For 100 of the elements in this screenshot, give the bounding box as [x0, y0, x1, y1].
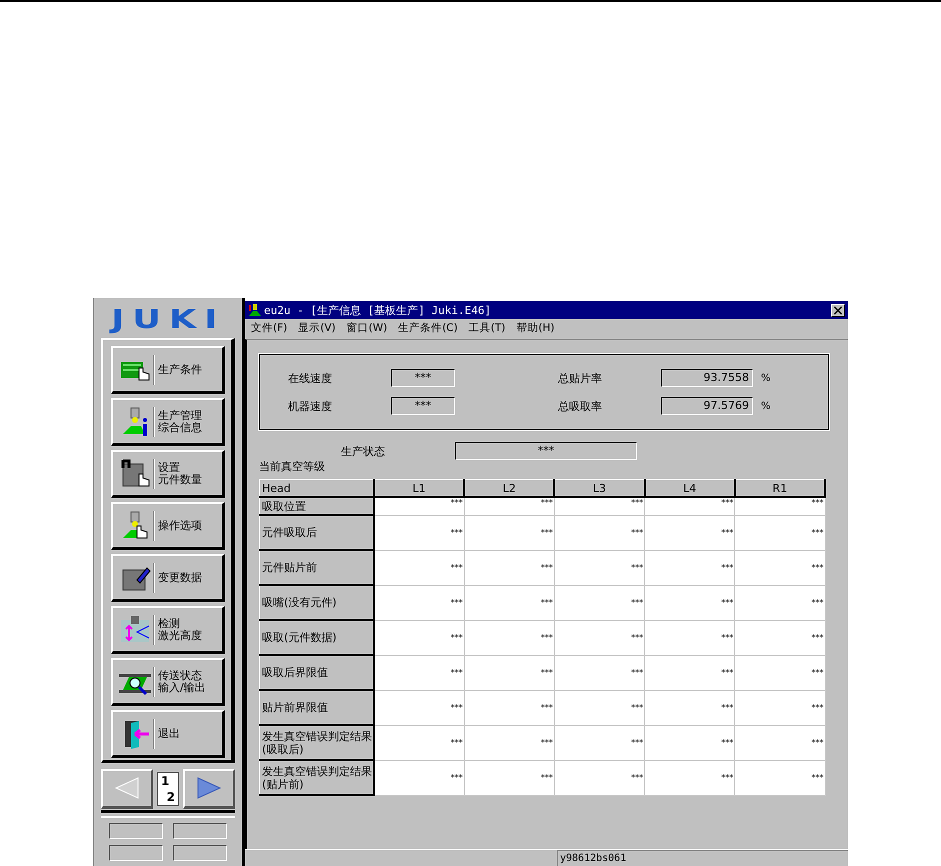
- status-bar-text: y98612bs061: [557, 850, 848, 866]
- column-header: Head: [260, 480, 374, 497]
- table-cell: ***: [374, 655, 464, 690]
- side-button[interactable]: 生产管理 综合信息: [111, 398, 225, 446]
- table-cell: ***: [554, 655, 645, 690]
- side-button[interactable]: 生产条件: [111, 346, 225, 394]
- empty-slot: [109, 823, 163, 839]
- table-cell: ***: [464, 497, 554, 515]
- table-cell: ***: [374, 760, 464, 795]
- table-cell: ***: [644, 760, 735, 795]
- row-header: 吸嘴(没有元件): [260, 585, 374, 620]
- table-cell: ***: [734, 760, 825, 795]
- side-button[interactable]: 退出: [111, 710, 225, 758]
- side-button[interactable]: 设置 元件数量: [111, 450, 225, 498]
- table-cell: ***: [644, 655, 735, 690]
- table-cell: ***: [554, 550, 645, 585]
- value-field: ***: [391, 369, 455, 387]
- app-icon: [248, 303, 262, 317]
- logo: JUKI: [110, 308, 226, 332]
- row-header: 吸取(元件数据): [260, 620, 374, 655]
- table-cell: ***: [554, 585, 645, 620]
- table-cell: ***: [734, 585, 825, 620]
- section-title: 当前真空等级: [259, 460, 326, 474]
- table-cell: ***: [644, 515, 735, 550]
- table-cell: ***: [374, 585, 464, 620]
- menu-item[interactable]: 帮助(H): [516, 321, 554, 335]
- row-header: 吸取后界限值: [260, 655, 374, 690]
- side-button[interactable]: 操作选项: [111, 502, 225, 550]
- table-cell: ***: [464, 550, 554, 585]
- table-cell: ***: [734, 725, 825, 760]
- table-cell: ***: [734, 690, 825, 725]
- status-field: ***: [455, 442, 637, 460]
- value-field: 93.7558: [661, 369, 753, 387]
- table-cell: ***: [464, 725, 554, 760]
- table-cell: ***: [464, 760, 554, 795]
- side-button[interactable]: 传送状态 输入/输出: [111, 658, 225, 706]
- menu-item[interactable]: 文件(F): [251, 321, 288, 335]
- column-header: L2: [464, 480, 554, 497]
- row-header: 元件吸取后: [260, 515, 374, 550]
- value-field: ***: [391, 397, 455, 415]
- column-header: L1: [374, 480, 464, 497]
- field-label: 总吸取率: [558, 398, 603, 414]
- row-header: 发生真空错误判定结果(吸取后): [260, 725, 374, 760]
- table-cell: ***: [464, 690, 554, 725]
- unit-label: %: [761, 400, 771, 412]
- page-indicator: 1 2: [157, 772, 179, 806]
- empty-slot: [173, 823, 227, 839]
- table-cell: ***: [374, 550, 464, 585]
- table-cell: ***: [374, 690, 464, 725]
- table-cell: ***: [464, 655, 554, 690]
- table-cell: ***: [554, 760, 645, 795]
- table-cell: ***: [734, 550, 825, 585]
- table-cell: ***: [554, 620, 645, 655]
- table-cell: ***: [554, 725, 645, 760]
- row-header: 吸取位置: [260, 497, 374, 515]
- side-button[interactable]: 检测 激光高度: [111, 606, 225, 654]
- table-cell: ***: [554, 497, 645, 515]
- table-cell: ***: [374, 497, 464, 515]
- side-button[interactable]: 变更数据: [111, 554, 225, 602]
- menu-item[interactable]: 生产条件(C): [398, 321, 458, 335]
- empty-slot: [109, 845, 163, 861]
- empty-slot: [173, 845, 227, 861]
- hand-icon: [119, 458, 151, 490]
- menu-item[interactable]: 显示(V): [298, 321, 336, 335]
- table-cell: ***: [734, 515, 825, 550]
- table-cell: ***: [374, 515, 464, 550]
- row-header: 贴片前界限值: [260, 690, 374, 725]
- table-cell: ***: [644, 550, 735, 585]
- menu-item[interactable]: 窗口(W): [346, 321, 388, 335]
- close-button[interactable]: [831, 304, 845, 316]
- field-label: 生产状态: [341, 444, 386, 458]
- column-header: L4: [644, 480, 735, 497]
- field-label: 在线速度: [288, 370, 333, 386]
- unit-label: %: [761, 372, 771, 384]
- field-label: 机器速度: [288, 398, 333, 414]
- table-cell: ***: [734, 620, 825, 655]
- table-cell: ***: [464, 620, 554, 655]
- close-icon: [833, 306, 843, 314]
- table-cell: ***: [644, 585, 735, 620]
- column-header: R1: [734, 480, 825, 497]
- field-label: 总贴片率: [558, 370, 603, 386]
- next-page-button[interactable]: [183, 768, 235, 808]
- table-cell: ***: [374, 725, 464, 760]
- table-cell: ***: [464, 515, 554, 550]
- value-field: 97.5769: [661, 397, 753, 415]
- table-cell: ***: [644, 725, 735, 760]
- table-cell: ***: [644, 497, 735, 515]
- table-cell: ***: [464, 585, 554, 620]
- row-header: 发生真空错误判定结果(贴片前): [260, 760, 374, 795]
- table-cell: ***: [374, 620, 464, 655]
- table-cell: ***: [644, 620, 735, 655]
- row-header: 元件贴片前: [260, 550, 374, 585]
- table-cell: ***: [554, 515, 645, 550]
- window-title: eu2u - [生产信息 [基板生产] Juki.E46]: [264, 302, 492, 318]
- table-cell: ***: [734, 497, 825, 515]
- menu-item[interactable]: 工具(T): [468, 321, 506, 335]
- table-cell: ***: [644, 690, 735, 725]
- column-header: L3: [554, 480, 645, 497]
- table-cell: ***: [734, 655, 825, 690]
- table-cell: ***: [554, 690, 645, 725]
